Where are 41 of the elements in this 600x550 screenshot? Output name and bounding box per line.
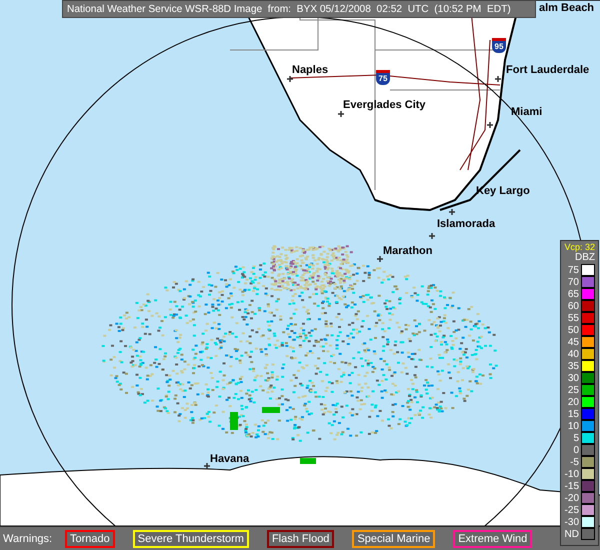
city-label: Everglades City bbox=[343, 99, 426, 111]
legend-value: 35 bbox=[568, 360, 579, 372]
legend-value: 65 bbox=[568, 288, 579, 300]
city-label: Marathon bbox=[383, 245, 432, 257]
legend-value: 30 bbox=[568, 372, 579, 384]
legend-value: 15 bbox=[568, 408, 579, 420]
legend-value: -15 bbox=[564, 480, 579, 492]
legend-value: -20 bbox=[564, 492, 579, 504]
warnings-label: Warnings: bbox=[3, 532, 54, 544]
legend-value: 60 bbox=[568, 300, 579, 312]
highway-shield: 75 bbox=[376, 70, 390, 85]
unit-label: DBZ bbox=[575, 252, 595, 264]
legend-value: 20 bbox=[568, 396, 579, 408]
warning-key: Flash Flood bbox=[266, 530, 334, 548]
legend-value: -5 bbox=[570, 456, 579, 468]
legend-value: 50 bbox=[568, 324, 579, 336]
city-label: alm Beach bbox=[539, 2, 594, 14]
city-label: Fort Lauderdale bbox=[506, 64, 590, 76]
warning-key: Severe Thunderstorm bbox=[132, 530, 249, 548]
legend-value: 70 bbox=[568, 276, 579, 288]
warning-key: Extreme Wind bbox=[453, 530, 532, 548]
title-bar: National Weather Service WSR-88D Image from: BYX 05/12/2008 02:52 UTC (10:52 PM EDT) bbox=[62, 0, 536, 18]
vcp-label: Vcp: 32 bbox=[564, 242, 595, 252]
legend-value: 25 bbox=[568, 384, 579, 396]
legend-value: -10 bbox=[564, 468, 579, 480]
legend-value: 40 bbox=[568, 348, 579, 360]
legend-value: 0 bbox=[573, 444, 579, 456]
highway-shield: 95 bbox=[492, 38, 506, 53]
city-label: Havana bbox=[210, 453, 250, 465]
legend-value: -30 bbox=[564, 516, 579, 528]
city-label: Islamorada bbox=[437, 218, 496, 230]
legend-value: 75 bbox=[568, 264, 579, 276]
warning-key: Special Marine bbox=[352, 530, 436, 548]
city-label: Naples bbox=[292, 64, 328, 76]
legend-value: -25 bbox=[564, 504, 579, 516]
legend-value: 55 bbox=[568, 312, 579, 324]
legend-value: 5 bbox=[573, 432, 579, 444]
legend-value: ND bbox=[564, 528, 579, 540]
warning-key: Tornado bbox=[65, 530, 115, 548]
legend-value: 45 bbox=[568, 336, 579, 348]
legend-value: 10 bbox=[568, 420, 579, 432]
